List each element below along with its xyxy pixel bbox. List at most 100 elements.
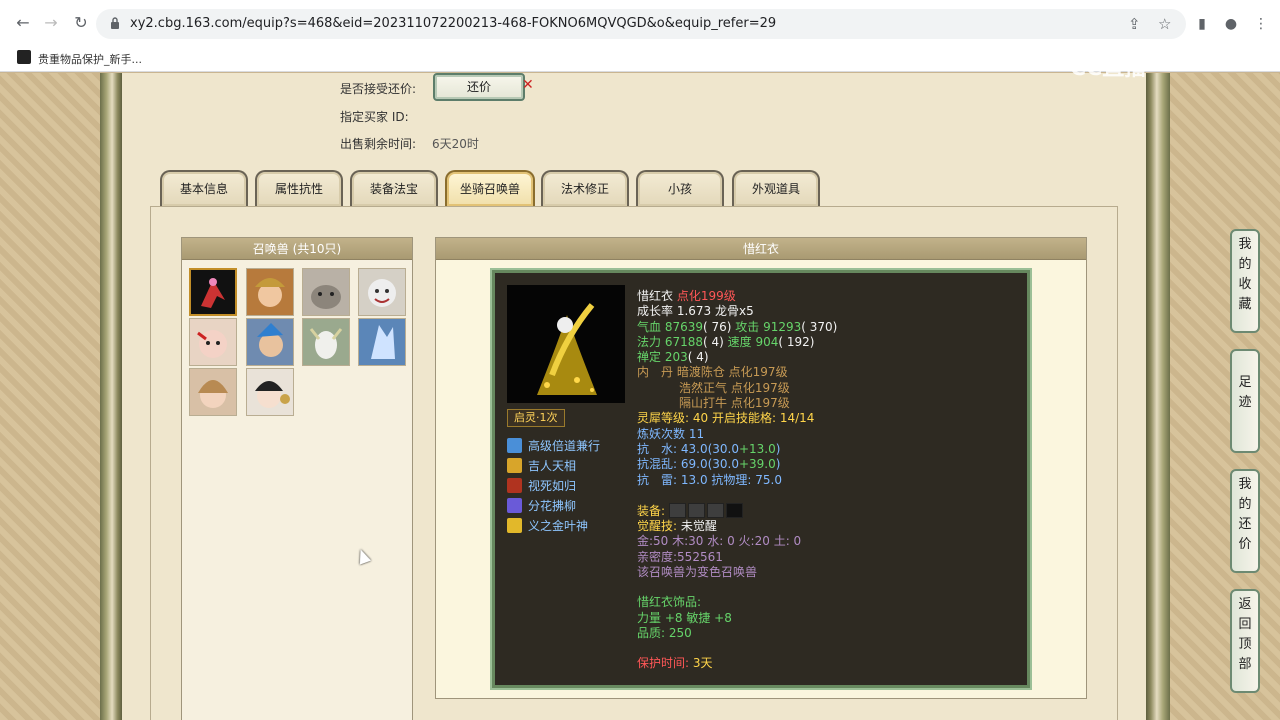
equip-slot-icon[interactable] xyxy=(706,502,724,518)
neidan-label: 内 丹 xyxy=(637,365,674,380)
pet-thumb-3[interactable] xyxy=(302,268,350,316)
pet-avatar-icon xyxy=(198,380,228,408)
pet-stats: 惜红衣 点化199级 成长率 1.673 龙骨x5 气血 87639( 76) … xyxy=(637,289,1017,672)
pet-detail-box: 惜红衣 启灵·1次 高级倍道兼行 吉人天相 视死如归 分花拂柳 义之金叶神 惜红… xyxy=(435,237,1087,699)
equip-label: 装备: xyxy=(637,503,666,518)
juexing-value: 未觉醒 xyxy=(680,519,717,534)
awaken-badge: 启灵·1次 xyxy=(507,409,565,427)
menu-icon[interactable]: ⋮ xyxy=(1252,15,1270,33)
skill-item[interactable]: 高级倍道兼行 xyxy=(507,437,600,455)
lingxi-label: 灵犀等级: xyxy=(637,411,690,426)
content-area: 是否接受还价: 还价 ✕ 指定买家 ID: 出售剩余时间: 6天20时 基本信息… xyxy=(122,73,1146,720)
skill-icon xyxy=(507,438,522,453)
bookmark-favicon-icon xyxy=(17,50,31,64)
pet-detail-header: 惜红衣 xyxy=(436,238,1086,260)
protect-value: 3天 xyxy=(692,656,713,671)
back-icon[interactable]: ← xyxy=(14,14,32,32)
pet-avatar-icon xyxy=(368,279,396,307)
resist-thunder: 抗 雷: 13.0 抗物理: 75.0 xyxy=(637,472,782,487)
equip-slot-icon[interactable] xyxy=(687,502,705,518)
chan-stat: 禅定 203 xyxy=(637,350,688,365)
remaining-time-value: 6天20时 xyxy=(432,137,479,151)
skill-item[interactable]: 分花拂柳 xyxy=(507,497,576,515)
bookmark-item[interactable]: 贵重物品保护_新手... xyxy=(38,51,142,67)
left-pattern xyxy=(0,73,100,720)
resist-chaos-bonus: +39.0 xyxy=(738,457,776,472)
float-button-label: 我的收藏 xyxy=(1238,237,1252,312)
sidepanel-icon[interactable]: ▮ xyxy=(1193,15,1211,33)
equip-slot-icon[interactable] xyxy=(725,502,743,518)
pet-avatar-icon xyxy=(311,285,341,309)
browser-toolbar: ← → ↻ xy2.cbg.163.com/equip?s=468&eid=20… xyxy=(0,6,1280,42)
skill-label: 吉人天相 xyxy=(528,459,577,473)
skill-item[interactable]: 吉人天相 xyxy=(507,457,576,475)
neidan-item: 隔山打牛 点化197级 xyxy=(679,396,790,411)
pet-thumb-2[interactable] xyxy=(246,268,294,316)
pet-name: 惜红衣 xyxy=(637,289,674,303)
float-button-label: 返回顶部 xyxy=(1238,597,1252,672)
pet-avatar-icon xyxy=(255,381,290,408)
pet-avatar-icon xyxy=(257,323,283,357)
juexing-label: 觉醒技: xyxy=(637,519,678,534)
speed-sub: ( 192) xyxy=(778,334,815,349)
profile-icon[interactable]: ● xyxy=(1222,15,1240,33)
right-pattern xyxy=(1170,73,1280,720)
tab-basic-info[interactable]: 基本信息 xyxy=(160,170,248,206)
float-button-label: 我的还价 xyxy=(1238,477,1252,552)
skill-icon xyxy=(507,458,522,473)
my-offers-button[interactable]: 我的还价 xyxy=(1230,469,1260,573)
address-bar[interactable]: xy2.cbg.163.com/equip?s=468&eid=20231107… xyxy=(96,9,1186,39)
forward-icon[interactable]: → xyxy=(42,14,60,32)
skill-icon xyxy=(507,478,522,493)
share-icon[interactable]: ⇪ xyxy=(1128,15,1141,33)
pet-avatar-icon xyxy=(255,278,285,307)
pet-thumb-4[interactable] xyxy=(358,268,406,316)
pet-thumb-10[interactable] xyxy=(246,368,294,416)
lianyao-count: 炼妖次数 11 xyxy=(637,426,705,441)
skill-label: 分花拂柳 xyxy=(528,499,577,513)
atk-stat: 攻击 91293 xyxy=(735,319,802,334)
lock-icon xyxy=(111,17,119,29)
right-frame xyxy=(1146,73,1170,720)
tab-attributes[interactable]: 属性抗性 xyxy=(255,170,343,206)
pet-thumb-9[interactable] xyxy=(189,368,237,416)
pet-portrait-image-icon xyxy=(537,303,597,395)
remaining-time-label: 出售剩余时间: xyxy=(340,137,417,151)
bookmark-star-icon[interactable]: ☆ xyxy=(1158,15,1171,33)
my-favorites-button[interactable]: 我的收藏 xyxy=(1230,229,1260,333)
equip-slot-icon[interactable] xyxy=(668,502,686,518)
buyer-id-label: 指定买家 ID: xyxy=(340,110,409,124)
back-to-top-button[interactable]: 返回顶部 xyxy=(1230,589,1260,693)
reload-icon[interactable]: ↻ xyxy=(72,14,90,32)
neidan-item: 暗渡陈仓 点化197级 xyxy=(676,365,788,380)
tab-appearance[interactable]: 外观道具 xyxy=(732,170,820,206)
pets-list-header: 召唤兽 (共10只) xyxy=(182,238,412,260)
pet-thumb-8[interactable] xyxy=(358,318,406,366)
chan-sub: ( 4) xyxy=(687,350,709,365)
skill-item[interactable]: 义之金叶神 xyxy=(507,517,588,535)
ornament-label: 惜红衣饰品: xyxy=(637,595,702,610)
resist-water: 抗 水: 43.0(30.0 xyxy=(637,441,739,456)
pet-thumb-7[interactable] xyxy=(302,318,350,366)
tab-equipment[interactable]: 装备法宝 xyxy=(350,170,438,206)
footprints-button[interactable]: 足迹 xyxy=(1230,349,1260,453)
pet-thumb-5[interactable] xyxy=(189,318,237,366)
close-icon: ✕ xyxy=(522,77,534,93)
tab-mounts-pets[interactable]: 坐骑召唤兽 xyxy=(445,170,535,206)
left-frame xyxy=(100,73,122,720)
tab-spell-mods[interactable]: 法术修正 xyxy=(541,170,629,206)
counter-offer-button[interactable]: 还价 xyxy=(433,73,525,101)
pet-detail-card: 启灵·1次 高级倍道兼行 吉人天相 视死如归 分花拂柳 义之金叶神 惜红衣 点化… xyxy=(492,270,1030,688)
hp-stat: 气血 87639 xyxy=(637,319,703,334)
pet-thumb-6[interactable] xyxy=(246,318,294,366)
pet-thumb-1[interactable] xyxy=(189,268,237,316)
resist-water-close: ) xyxy=(775,441,781,456)
pet-avatar-icon xyxy=(309,328,343,359)
tab-child[interactable]: 小孩 xyxy=(636,170,724,206)
pet-avatar-icon xyxy=(371,325,395,359)
growth-rate: 成长率 1.673 龙骨x5 xyxy=(637,304,754,319)
ornament-quality: 品质: 250 xyxy=(637,625,692,640)
five-elements: 金:50 木:30 水: 0 火:20 土: 0 xyxy=(637,534,802,549)
float-button-label: 足迹 xyxy=(1238,375,1252,410)
skill-item[interactable]: 视死如归 xyxy=(507,477,576,495)
